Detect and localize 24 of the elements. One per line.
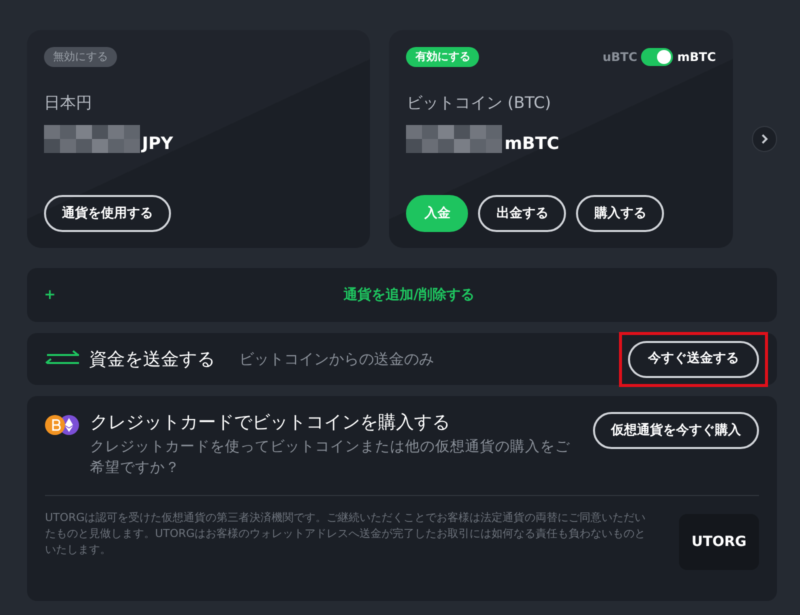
- utorg-logo: UTORG: [679, 514, 759, 570]
- add-currency-bar[interactable]: + 通貨を追加/削除する: [27, 268, 777, 322]
- currency-name: 日本円: [44, 92, 93, 114]
- coin-icons: [45, 415, 80, 435]
- action-button[interactable]: 購入する: [576, 195, 664, 232]
- add-currency-label: 通貨を追加/削除する: [342, 286, 476, 304]
- buy-title: クレジットカードでビットコインを購入する: [90, 412, 451, 434]
- action-button[interactable]: 通貨を使用する: [44, 195, 171, 232]
- send-title: 資金を送金する: [89, 348, 215, 372]
- balance-unit: mBTC: [504, 136, 560, 153]
- send-now-button[interactable]: 今すぐ送金する: [628, 340, 759, 378]
- unit-toggle[interactable]: [641, 48, 674, 66]
- buy-description: クレジットカードを使ってビットコインまたは他の仮想通貨の購入をご希望ですか？: [90, 438, 571, 478]
- next-button[interactable]: [752, 126, 777, 152]
- buy-now-button[interactable]: 仮想通貨を今すぐ購入: [593, 412, 759, 449]
- unit-label: uBTC: [602, 49, 638, 66]
- disclaimer-text: UTORGは認可を受けた仮想通貨の第三者決済機関です。ご継続いただくことでお客様は法定通貨の両替にご同意いただいたものと見做します。UTORGはお客様のウォレットアドレスへ送金が完了したお取引には如何なる責任も負わないものといたします。: [45, 510, 647, 558]
- balance-unit: JPY: [142, 136, 174, 153]
- send-note: ビットコインからの送金のみ: [239, 348, 435, 370]
- plus-icon: +: [44, 284, 58, 306]
- chevron-right-icon: [760, 134, 768, 144]
- unit-label: mBTC: [677, 49, 716, 66]
- currency-name: ビットコイン (BTC): [406, 92, 552, 114]
- action-button[interactable]: 出金する: [478, 195, 566, 232]
